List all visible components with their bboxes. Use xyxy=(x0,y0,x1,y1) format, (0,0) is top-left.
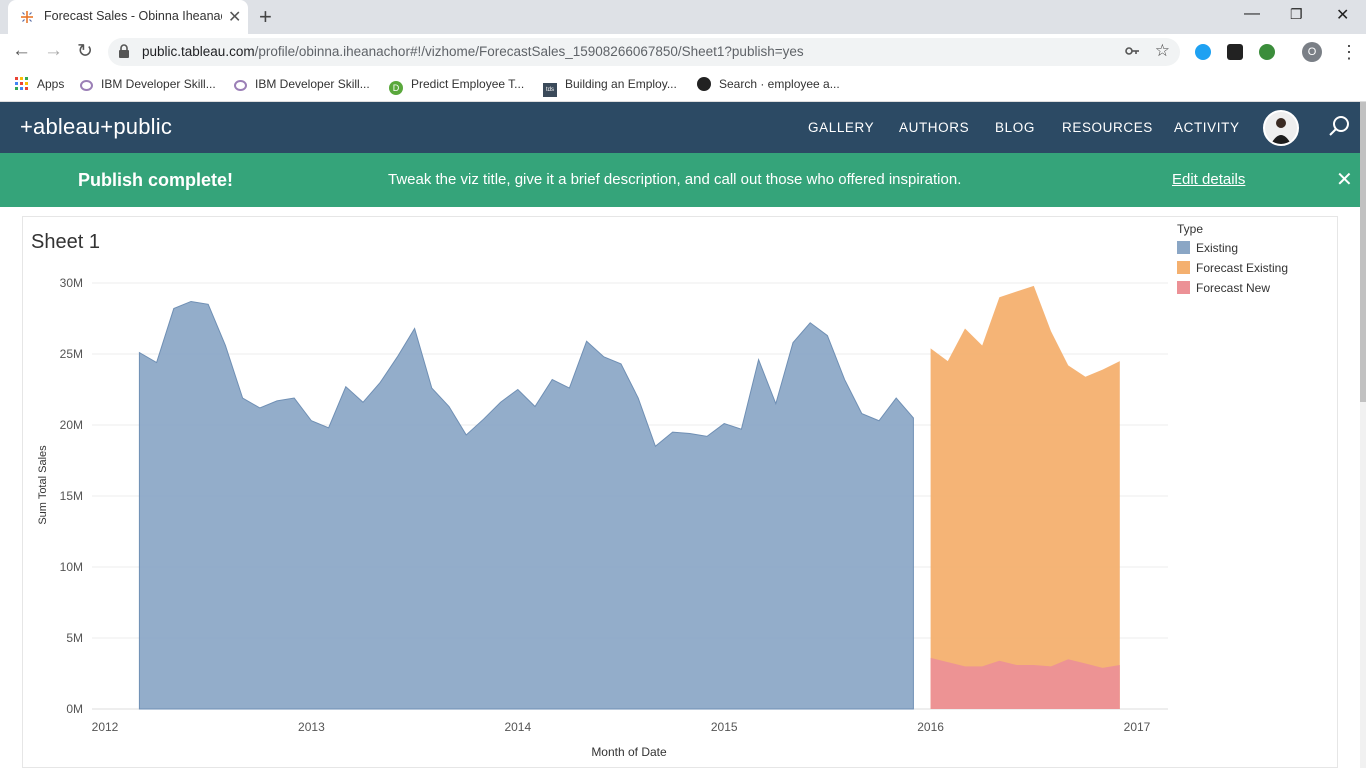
url-path: /profile/obinna.iheanachor#!/vizhome/For… xyxy=(254,44,804,59)
legend-item-existing[interactable]: Existing xyxy=(1177,240,1288,260)
apps-grid-icon xyxy=(15,77,28,90)
new-tab-icon[interactable]: + xyxy=(259,4,272,30)
legend-label: Existing xyxy=(1196,241,1239,255)
bookmark-label: Predict Employee T... xyxy=(411,77,525,91)
legend-item-forecast-existing[interactable]: Forecast Existing xyxy=(1177,260,1288,280)
bookmark-label: Building an Employ... xyxy=(565,77,677,91)
bookmark-star-icon[interactable]: ☆ xyxy=(1155,41,1170,61)
tripadvisor-extension-icon[interactable] xyxy=(1227,44,1243,60)
address-bar[interactable]: public.tableau.com/profile/obinna.iheana… xyxy=(108,38,1180,66)
bookmark-label: Search · employee a... xyxy=(719,77,840,91)
lock-icon xyxy=(119,44,129,58)
url-text: public.tableau.com/profile/obinna.iheana… xyxy=(142,44,804,59)
legend-swatch xyxy=(1177,281,1190,294)
nav-blog[interactable]: BLOG xyxy=(995,120,1035,135)
github-icon xyxy=(697,77,711,91)
tableau-public-header: +ableau+public GALLERY AUTHORS BLOG RESO… xyxy=(0,102,1360,153)
bookmark-building[interactable]: tds Building an Employ... xyxy=(543,77,677,97)
scrollbar-thumb[interactable] xyxy=(1360,102,1366,402)
viz-container xyxy=(22,216,1338,768)
legend-swatch xyxy=(1177,261,1190,274)
browser-menu-icon[interactable]: ⋮ xyxy=(1340,42,1358,63)
browser-tab[interactable]: Forecast Sales - Obinna Iheanach ✕ xyxy=(8,0,248,34)
browser-tab-strip: Forecast Sales - Obinna Iheanach ✕ + — ❐… xyxy=(0,0,1366,34)
legend-item-forecast-new[interactable]: Forecast New xyxy=(1177,280,1288,300)
page-scrollbar[interactable] xyxy=(1360,102,1366,768)
publish-complete-banner: Publish complete! Tweak the viz title, g… xyxy=(0,153,1360,207)
restore-icon[interactable]: ❐ xyxy=(1290,6,1303,23)
forward-icon[interactable]: → xyxy=(44,40,63,62)
tableau-favicon-icon xyxy=(21,11,33,23)
tab-title: Forecast Sales - Obinna Iheanach xyxy=(44,9,222,23)
profile-avatar[interactable]: O xyxy=(1302,42,1322,62)
legend-label: Forecast New xyxy=(1196,281,1271,295)
user-avatar[interactable] xyxy=(1263,110,1299,146)
bookmark-predict[interactable]: D Predict Employee T... xyxy=(389,77,524,95)
bookmark-github-search[interactable]: Search · employee a... xyxy=(697,77,840,91)
legend-label: Forecast Existing xyxy=(1196,261,1289,275)
reload-icon[interactable]: ↻ xyxy=(77,40,93,63)
banner-message: Tweak the viz title, give it a brief des… xyxy=(388,171,962,188)
user-photo-icon xyxy=(1265,112,1297,144)
window-close-icon[interactable]: ✕ xyxy=(1336,5,1349,25)
ibm-icon xyxy=(80,80,93,91)
bookmark-label: Apps xyxy=(37,77,65,91)
bookmark-ibm-2[interactable]: IBM Developer Skill... xyxy=(234,77,370,91)
url-host: public.tableau.com xyxy=(142,44,255,59)
skype-extension-icon[interactable] xyxy=(1195,44,1211,60)
nav-resources[interactable]: RESOURCES xyxy=(1062,120,1153,135)
d-circle-icon: D xyxy=(389,81,403,95)
chart-legend: Type Existing Forecast Existing Forecast… xyxy=(1177,222,1288,300)
nav-authors[interactable]: AUTHORS xyxy=(899,120,969,135)
edit-details-link[interactable]: Edit details xyxy=(1172,171,1245,188)
banner-title: Publish complete! xyxy=(78,170,234,190)
legend-title: Type xyxy=(1177,222,1204,236)
bookmarks-bar: Apps IBM Developer Skill... IBM Develope… xyxy=(0,70,1366,102)
bookmark-label: IBM Developer Skill... xyxy=(101,77,216,91)
back-icon[interactable]: ← xyxy=(12,40,31,62)
nav-activity[interactable]: ACTIVITY xyxy=(1174,120,1240,135)
tds-icon: tds xyxy=(543,83,557,97)
key-icon[interactable] xyxy=(1124,43,1140,59)
sheet-title: Sheet 1 xyxy=(31,231,100,253)
banner-close-icon[interactable]: ✕ xyxy=(1336,167,1353,192)
minimize-icon[interactable]: — xyxy=(1244,5,1260,23)
tableau-public-logo[interactable]: +ableau+public xyxy=(20,114,172,140)
bookmark-ibm-1[interactable]: IBM Developer Skill... xyxy=(80,77,216,91)
nav-gallery[interactable]: GALLERY xyxy=(808,120,874,135)
bookmark-label: IBM Developer Skill... xyxy=(255,77,370,91)
ibm-icon xyxy=(234,80,247,91)
bookmark-apps[interactable]: Apps xyxy=(15,77,64,91)
search-icon[interactable] xyxy=(1328,114,1352,138)
legend-swatch xyxy=(1177,241,1190,254)
tab-close-icon[interactable]: ✕ xyxy=(228,7,241,27)
globe-extension-icon[interactable] xyxy=(1259,44,1275,60)
browser-toolbar: ← → ↻ public.tableau.com/profile/obinna.… xyxy=(0,34,1366,70)
